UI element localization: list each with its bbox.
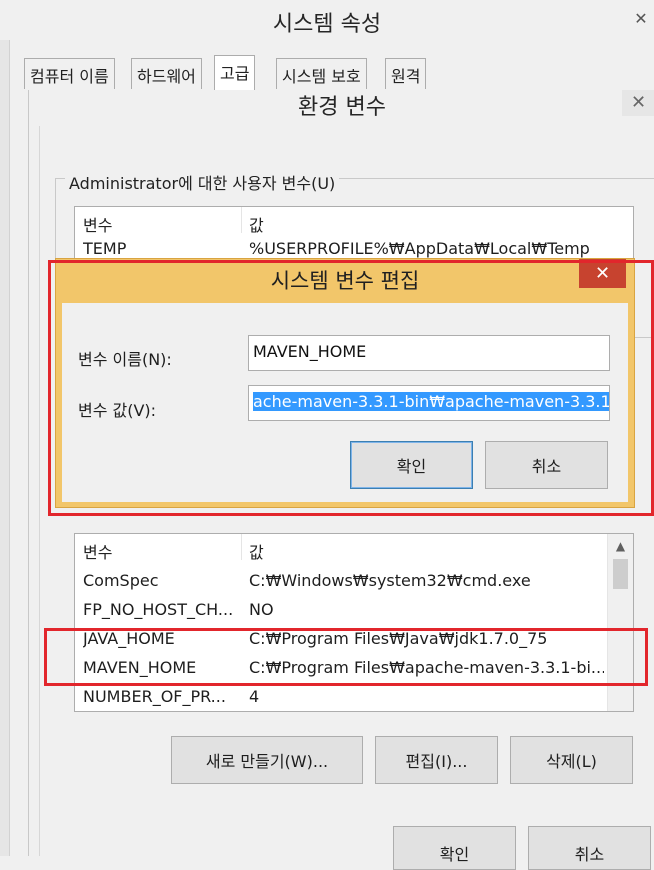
close-icon[interactable]: ✕ bbox=[622, 90, 654, 116]
tab-system-protection[interactable]: 시스템 보호 bbox=[276, 58, 367, 89]
list-header: 변수 값 bbox=[75, 207, 633, 235]
highlight-box bbox=[44, 628, 648, 686]
highlight-box bbox=[48, 260, 654, 516]
system-properties-title: 시스템 속성 bbox=[272, 12, 382, 37]
table-row[interactable]: FP_NO_HOST_CH... NO bbox=[75, 596, 609, 625]
list-header: 변수 값 bbox=[75, 534, 633, 562]
variable-value: 4 bbox=[249, 687, 260, 706]
column-divider bbox=[241, 534, 242, 560]
environment-variables-title: 환경 변수 bbox=[298, 95, 386, 120]
tab-computer-name[interactable]: 컴퓨터 이름 bbox=[24, 58, 115, 89]
close-icon[interactable]: ✕ bbox=[628, 6, 654, 32]
user-variables-label: Administrator에 대한 사용자 변수(U) bbox=[65, 170, 340, 194]
window-edge bbox=[0, 40, 10, 856]
scrollbar-thumb[interactable] bbox=[613, 559, 628, 589]
table-row[interactable]: NUMBER_OF_PR... 4 bbox=[75, 683, 609, 711]
table-row[interactable]: ComSpec C:₩Windows₩system32₩cmd.exe bbox=[75, 567, 609, 596]
variable-name: NUMBER_OF_PR... bbox=[83, 687, 226, 706]
tab-hardware[interactable]: 하드웨어 bbox=[131, 58, 202, 89]
variable-value: C:₩Windows₩system32₩cmd.exe bbox=[249, 571, 531, 590]
delete-variable-button[interactable]: 삭제(L) bbox=[510, 736, 633, 784]
column-header-value[interactable]: 값 bbox=[249, 539, 264, 563]
variable-name: FP_NO_HOST_CH... bbox=[83, 600, 234, 619]
column-header-variable[interactable]: 변수 bbox=[83, 212, 112, 236]
column-divider bbox=[241, 207, 242, 233]
cancel-button[interactable]: 취소 bbox=[528, 826, 651, 870]
ok-button[interactable]: 확인 bbox=[393, 826, 516, 870]
tab-advanced[interactable]: 고급 bbox=[214, 55, 256, 91]
variable-name: TEMP bbox=[83, 239, 127, 258]
tab-remote[interactable]: 원격 bbox=[385, 58, 427, 89]
column-header-value[interactable]: 값 bbox=[249, 212, 264, 236]
new-variable-button[interactable]: 새로 만들기(W)... bbox=[171, 736, 363, 784]
variable-value: %USERPROFILE%₩AppData₩Local₩Temp bbox=[249, 239, 590, 258]
column-header-variable[interactable]: 변수 bbox=[83, 539, 112, 563]
variable-name: ComSpec bbox=[83, 571, 159, 590]
variable-value: NO bbox=[249, 600, 274, 619]
edit-variable-button[interactable]: 편집(I)... bbox=[375, 736, 498, 784]
scroll-up-icon[interactable]: ▲ bbox=[608, 534, 633, 558]
